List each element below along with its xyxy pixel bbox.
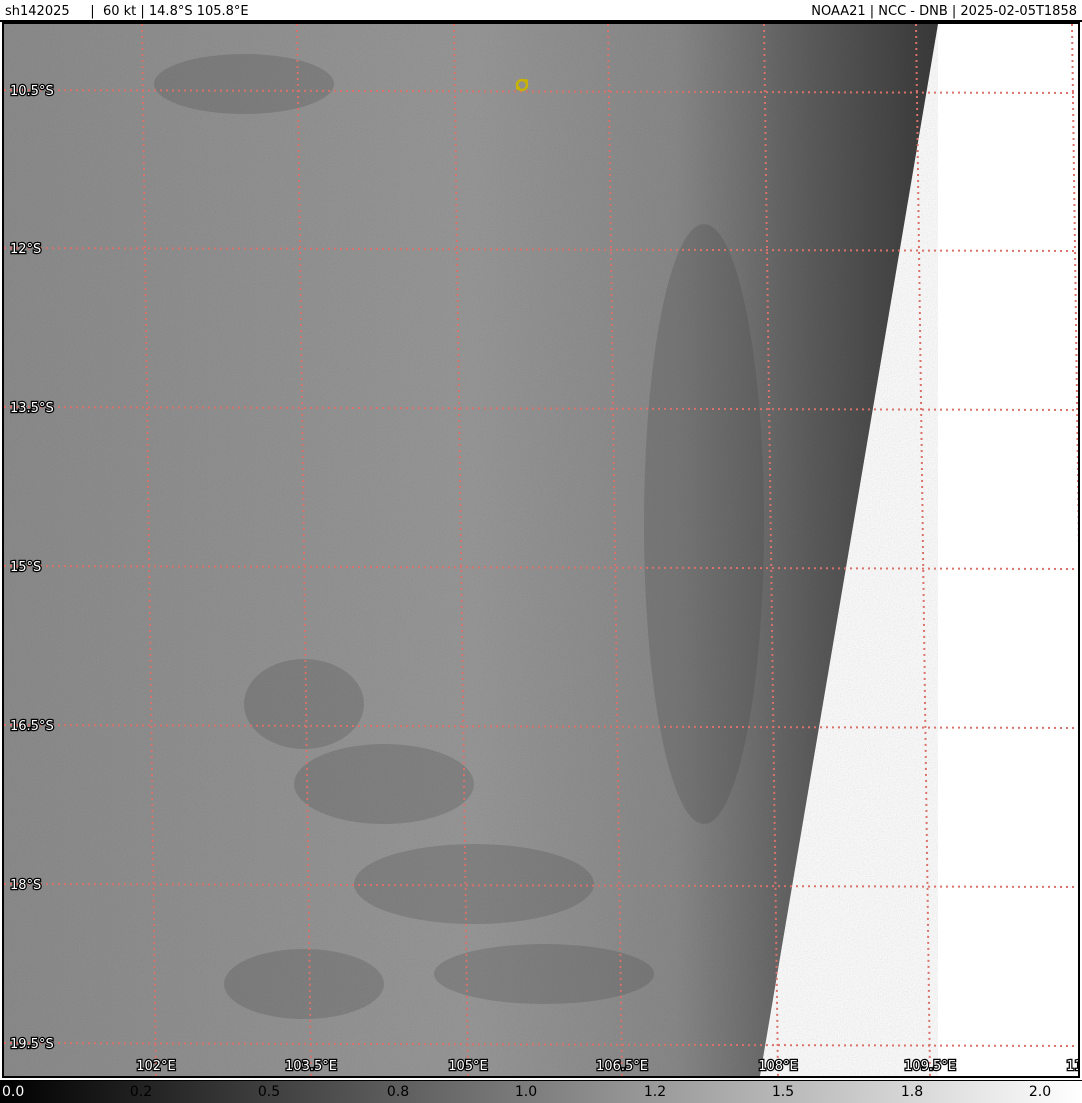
lat-label: 10.5°S	[10, 84, 54, 99]
colorbar-tick-label: 0.2	[129, 1084, 153, 1100]
lon-label: 103.5°E	[285, 1059, 337, 1074]
colorbar-tick-label: 0.8	[386, 1084, 410, 1100]
colorbar-tick-label: 0.0	[2, 1084, 25, 1100]
colorbar: 0.0 0.2 0.5 0.8 1.0 1.2 1.5 1.8 2.0	[0, 1080, 1082, 1103]
lon-label: 106.5°E	[596, 1059, 648, 1074]
lon-label: 111°E	[1066, 1059, 1078, 1074]
lon-line	[915, 24, 931, 1076]
lon-label: 105°E	[448, 1059, 488, 1074]
map-canvas: 10.5°S 12°S 13.5°S 15°S 16.5°S 18°S 19.5°S 102°…	[4, 24, 1078, 1076]
lat-label: 19.5°S	[10, 1037, 54, 1052]
lat-label: 13.5°S	[10, 401, 54, 416]
lon-label: 109.5°E	[904, 1059, 956, 1074]
satellite-map[interactable]: 10.5°S 12°S 13.5°S 15°S 16.5°S 18°S 19.5°S 102°…	[2, 22, 1080, 1078]
colorbar-tick-label: 2.0	[1028, 1084, 1052, 1100]
lon-label: 108°E	[758, 1059, 798, 1074]
lon-line	[1071, 24, 1078, 551]
colorbar-tick-label: 1.5	[771, 1084, 795, 1100]
storm-info: sh142025 | 60 kt | 14.8°S 105.8°E	[5, 4, 249, 19]
satellite-info: NOAA21 | NCC - DNB | 2025-02-05T1858	[811, 4, 1077, 19]
colorbar-tick-label: 0.5	[257, 1084, 281, 1100]
colorbar-tick-label: 1.0	[514, 1084, 538, 1100]
lat-label: 15°S	[10, 560, 41, 575]
lat-label: 12°S	[10, 242, 41, 257]
colorbar-tick-label: 1.2	[643, 1084, 667, 1100]
lon-label: 102°E	[136, 1059, 176, 1074]
colorbar-tick-label: 1.8	[900, 1084, 924, 1100]
lat-label: 18°S	[10, 878, 41, 893]
lat-label: 16.5°S	[10, 719, 54, 734]
header-bar: sh142025 | 60 kt | 14.8°S 105.8°E NOAA21…	[0, 0, 1082, 22]
